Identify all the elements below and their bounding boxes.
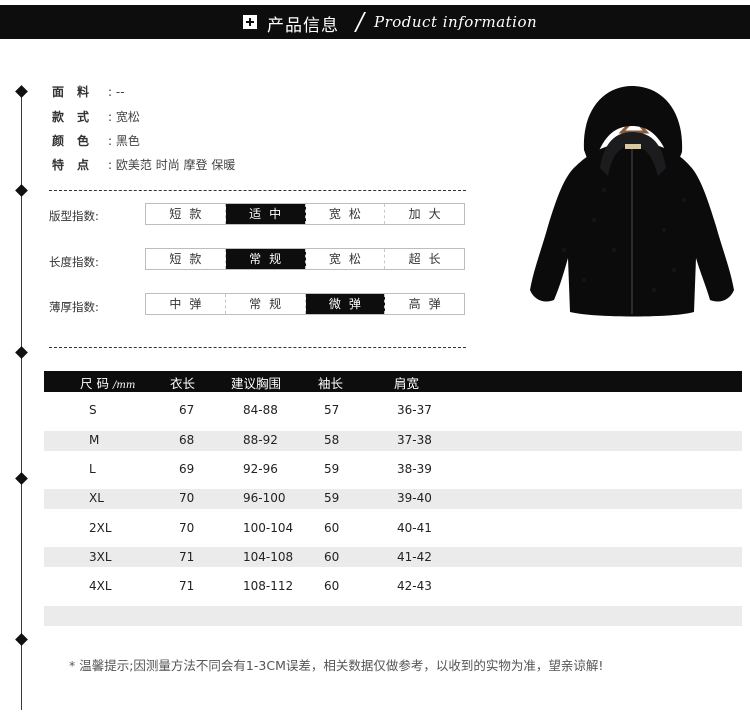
table-cell-shoulder: 40-41 [397, 521, 432, 535]
table-cell-length: 70 [179, 521, 195, 535]
hooded-coat-image [530, 86, 734, 317]
table-row-band [44, 547, 742, 567]
table-cell-length: 71 [179, 550, 195, 564]
header-sleeve: 袖长 [318, 376, 344, 391]
thickness-option-selected[interactable]: 微弹 [305, 294, 386, 314]
table-row-band [44, 489, 742, 509]
attr-label: 面料 [52, 85, 103, 99]
table-cell-size: S [89, 403, 97, 417]
table-cell-size: 3XL [89, 550, 112, 564]
size-table-header: 尺 码 /mm 衣长 建议胸围 袖长 肩宽 [44, 371, 742, 392]
plus-icon [243, 15, 257, 29]
attr-value: -- [115, 85, 125, 99]
table-cell-shoulder: 38-39 [397, 462, 432, 476]
header-slash: / [356, 8, 365, 36]
table-cell-length: 70 [179, 491, 195, 505]
fit-option[interactable]: 加大 [385, 204, 464, 224]
table-cell-shoulder: 37-38 [397, 433, 432, 447]
table-cell-length: 67 [179, 403, 195, 417]
table-cell-size: M [89, 433, 100, 447]
table-cell-size: 4XL [89, 579, 112, 593]
header-title-cn: 产品信息 [267, 16, 339, 36]
length-option[interactable]: 宽松 [305, 249, 386, 269]
table-cell-length: 71 [179, 579, 195, 593]
length-option[interactable]: 超长 [385, 249, 464, 269]
attr-label: 颜色 [52, 134, 103, 148]
length-option[interactable]: 短款 [146, 249, 226, 269]
table-cell-bust: 108-112 [243, 579, 294, 593]
table-cell-size: L [89, 462, 96, 476]
table-cell-sleeve: 58 [324, 433, 340, 447]
index-label-fit: 版型指数: [49, 209, 99, 223]
table-cell-shoulder: 39-40 [397, 491, 432, 505]
table-row-band [44, 431, 742, 451]
timeline-diamond-icon [15, 346, 28, 359]
index-label-thickness: 薄厚指数: [49, 300, 99, 314]
header-size: 尺 码 /mm [80, 376, 136, 391]
fit-option-selected[interactable]: 适中 [225, 204, 306, 224]
header-bust: 建议胸围 [231, 376, 282, 391]
header-shoulder: 肩宽 [394, 376, 420, 391]
thickness-option[interactable]: 常规 [225, 294, 306, 314]
attr-value: 黑色 [115, 134, 140, 148]
divider [49, 190, 466, 191]
table-cell-shoulder: 42-43 [397, 579, 432, 593]
table-cell-shoulder: 41-42 [397, 550, 432, 564]
timeline-diamond-icon [15, 85, 28, 98]
table-cell-bust: 104-108 [243, 550, 294, 564]
timeline-diamond-icon [15, 184, 28, 197]
table-cell-sleeve: 59 [324, 462, 340, 476]
table-cell-bust: 88-92 [243, 433, 278, 447]
fit-option[interactable]: 短款 [146, 204, 226, 224]
table-cell-bust: 84-88 [243, 403, 278, 417]
table-cell-sleeve: 60 [324, 579, 340, 593]
table-cell-bust: 92-96 [243, 462, 278, 476]
attr-style: 款式: 宽松 [52, 110, 140, 124]
table-cell-sleeve: 57 [324, 403, 340, 417]
attr-features: 特点: 欧美范 时尚 摩登 保暖 [52, 158, 236, 172]
table-cell-shoulder: 36-37 [397, 403, 432, 417]
timeline-diamond-icon [15, 472, 28, 485]
attr-value: 宽松 [115, 110, 140, 124]
table-cell-bust: 100-104 [243, 521, 294, 535]
fit-index-selector: 短款 适中 宽松 加大 [145, 203, 465, 225]
thickness-option[interactable]: 高弹 [385, 294, 464, 314]
header-length: 衣长 [170, 376, 196, 391]
length-option-selected[interactable]: 常规 [225, 249, 306, 269]
attr-value: 欧美范 时尚 摩登 保暖 [115, 158, 236, 172]
table-row-band [44, 606, 742, 626]
table-cell-size: XL [89, 491, 104, 505]
attr-color: 颜色: 黑色 [52, 134, 140, 148]
length-index-selector: 短款 常规 宽松 超长 [145, 248, 465, 270]
fit-option[interactable]: 宽松 [305, 204, 386, 224]
header-bar: 产品信息 / Product information [0, 5, 750, 39]
table-cell-length: 68 [179, 433, 195, 447]
table-cell-size: 2XL [89, 521, 112, 535]
footer-note: * 温馨提示;因测量方法不同会有1-3CM误差，相关数据仅做参考，以收到的实物为… [69, 658, 604, 673]
attr-fabric: 面料: -- [52, 85, 125, 99]
thickness-index-selector: 中弹 常规 微弹 高弹 [145, 293, 465, 315]
table-cell-sleeve: 59 [324, 491, 340, 505]
table-cell-length: 69 [179, 462, 195, 476]
attr-label: 特点 [52, 158, 103, 172]
divider [49, 347, 466, 348]
header-title-en: Product information [374, 13, 538, 31]
table-cell-sleeve: 60 [324, 521, 340, 535]
thickness-option[interactable]: 中弹 [146, 294, 226, 314]
index-label-length: 长度指数: [49, 255, 99, 269]
timeline-diamond-icon [15, 633, 28, 646]
table-cell-sleeve: 60 [324, 550, 340, 564]
table-cell-bust: 96-100 [243, 491, 286, 505]
attr-label: 款式 [52, 110, 103, 124]
